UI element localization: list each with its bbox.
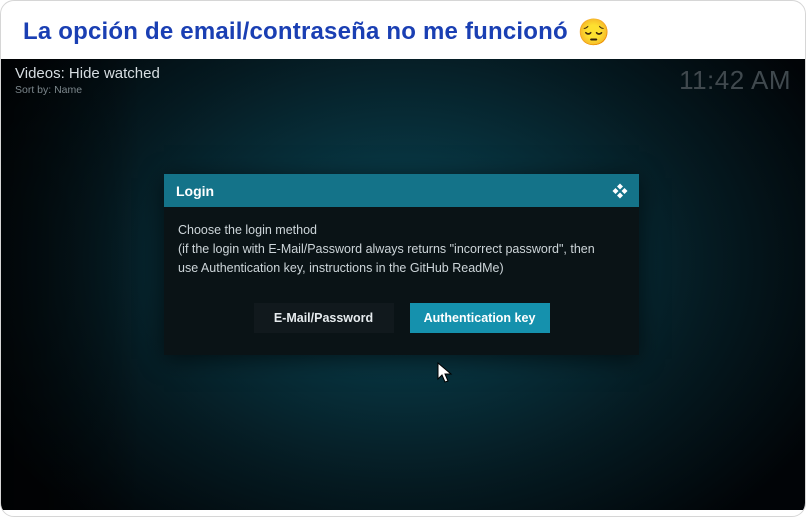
mouse-cursor-icon: [437, 362, 457, 391]
annotation-caption: La opción de email/contraseña no me func…: [1, 1, 805, 59]
dialog-message: Choose the login method(if the login wit…: [178, 221, 598, 277]
authentication-key-button[interactable]: Authentication key: [410, 303, 550, 333]
dialog-button-row: E-Mail/Password Authentication key: [178, 303, 625, 339]
clock: 11:42 AM: [679, 65, 791, 96]
caption-text: La opción de email/contraseña no me func…: [23, 18, 568, 46]
dialog-title: Login: [176, 183, 214, 199]
sad-emoji: 😔: [578, 19, 610, 45]
dialog-body: Choose the login method(if the login wit…: [164, 207, 639, 355]
kodi-logo-icon: [611, 182, 629, 200]
kodi-screen: Videos: Hide watched Sort by: Name 11:42…: [1, 59, 805, 510]
sidebar-shadow: [1, 59, 141, 510]
dialog-header: Login: [164, 174, 639, 207]
email-password-button[interactable]: E-Mail/Password: [254, 303, 394, 333]
login-dialog: Login Choose the login method(if the log…: [164, 174, 639, 355]
